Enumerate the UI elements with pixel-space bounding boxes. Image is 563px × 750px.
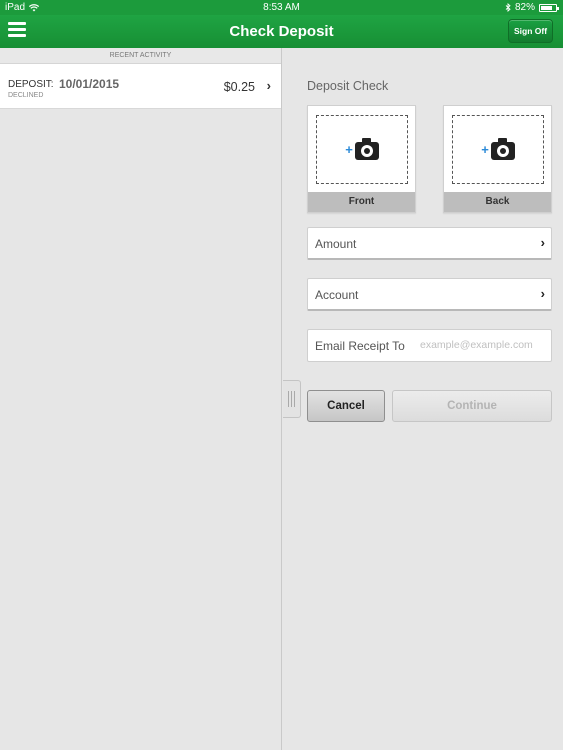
capture-frame: + [452,115,544,184]
plus-icon: + [481,142,489,157]
status-bar: iPad 8:53 AM 82% [0,0,563,15]
chevron-right-icon: › [540,235,545,250]
section-title: Deposit Check [307,79,389,93]
sign-off-button[interactable]: Sign Off [508,19,553,43]
capture-front-button[interactable]: + Front [307,105,416,213]
email-receipt-label: Email Receipt To [315,339,405,353]
camera-icon [490,137,515,160]
amount-label: Amount [315,237,357,251]
activity-status: DECLINED [8,92,44,99]
capture-back-label: Back [444,192,551,212]
chevron-right-icon: › [266,78,271,93]
email-input[interactable] [420,339,548,351]
activity-amount: $0.25 [223,80,255,94]
activity-row[interactable]: DEPOSIT: 10/01/2015 DECLINED $0.25 › [0,64,281,109]
account-field[interactable]: Account › [307,278,552,311]
bluetooth-icon [505,3,511,12]
recent-activity-panel: RECENT ACTIVITY DEPOSIT: 10/01/2015 DECL… [0,48,282,750]
capture-frame: + [316,115,408,184]
capture-front-label: Front [308,192,415,212]
email-receipt-field[interactable]: Email Receipt To [307,329,552,362]
activity-type: DEPOSIT: [8,79,54,90]
plus-icon: + [345,142,353,157]
battery-icon [539,3,559,12]
status-time: 8:53 AM [263,2,300,13]
battery-level [541,5,553,10]
account-label: Account [315,288,359,302]
activity-date: 10/01/2015 [59,77,120,91]
continue-button[interactable]: Continue [392,390,552,422]
camera-icon [354,137,379,160]
deposit-form: Deposit Check + Front + Back Amount › Ac… [283,48,563,750]
chevron-right-icon: › [540,286,545,301]
cancel-button[interactable]: Cancel [307,390,385,422]
page-title: Check Deposit [229,23,334,40]
battery-percent: 82% [514,2,535,13]
recent-activity-header: RECENT ACTIVITY [0,48,281,64]
nav-bar: Check Deposit Sign Off [0,15,563,48]
capture-back-button[interactable]: + Back [443,105,552,213]
amount-field[interactable]: Amount › [307,227,552,260]
